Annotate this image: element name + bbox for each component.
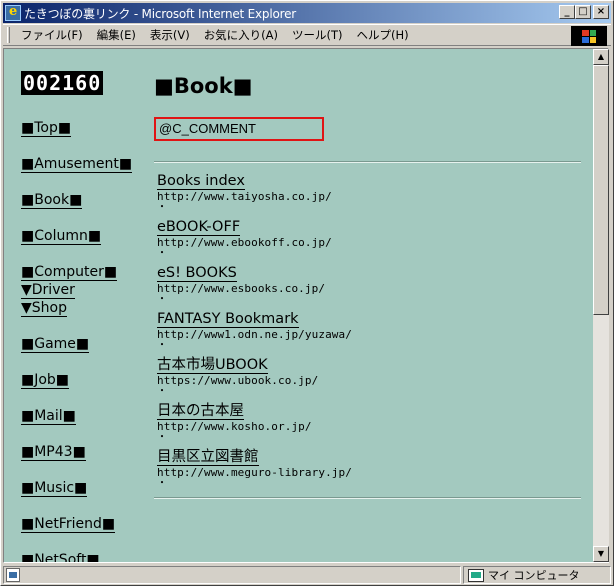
list-item: 古本市場UBOOK https://www.ubook.co.jp/ ・ xyxy=(157,357,582,403)
divider xyxy=(154,161,581,163)
scroll-down-arrow-icon[interactable]: ▼ xyxy=(593,546,609,562)
maximize-button[interactable]: □ xyxy=(575,5,591,19)
bullet-dot: ・ xyxy=(157,340,167,351)
close-button[interactable]: × xyxy=(593,5,609,19)
sidebar-item-game[interactable]: ■Game■ xyxy=(21,336,90,353)
link-url: http://www.taiyosha.co.jp/ xyxy=(157,190,332,203)
main-content: ■Book■ @C_COMMENT Books index http://www… xyxy=(154,71,582,499)
windows-logo-icon xyxy=(571,26,607,46)
sidebar-item-shop[interactable]: ▼Shop xyxy=(21,300,67,317)
scroll-up-arrow-icon[interactable]: ▲ xyxy=(593,49,609,65)
menu-tools[interactable]: ツール(T) xyxy=(285,27,350,43)
link-url: https://www.ubook.co.jp/ xyxy=(157,374,319,387)
status-zone-label: マイ コンピュータ xyxy=(488,569,580,582)
bullet-dot: ・ xyxy=(157,478,167,489)
page-viewport[interactable]: 002160 ■Top■ ■Amusement■ ■Book■ ■Column■… xyxy=(3,48,609,563)
link-title[interactable]: eBOOK-OFF xyxy=(157,219,241,236)
link-title[interactable]: 目黒区立図書館 xyxy=(157,449,259,466)
status-zone-pane: マイ コンピュータ xyxy=(463,566,611,584)
window-controls: _ □ × xyxy=(559,5,609,19)
access-counter: 002160 xyxy=(21,71,104,95)
link-url: http://www1.odn.ne.jp/yuzawa/ xyxy=(157,328,352,341)
menu-file[interactable]: ファイル(F) xyxy=(14,27,90,43)
bullet-dot: ・ xyxy=(157,202,167,213)
list-item: eBOOK-OFF http://www.ebookoff.co.jp/ ・ xyxy=(157,219,582,265)
sidebar-item-book[interactable]: ■Book■ xyxy=(21,192,83,209)
vertical-scrollbar[interactable]: ▲ ▼ xyxy=(593,49,609,562)
sidebar-item-top[interactable]: ■Top■ xyxy=(21,120,72,137)
menu-view[interactable]: 表示(V) xyxy=(143,27,197,43)
list-item: Books index http://www.taiyosha.co.jp/ ・ xyxy=(157,173,582,219)
page-icon xyxy=(6,568,20,582)
list-item: eS! BOOKS http://www.esbooks.co.jp/ ・ xyxy=(157,265,582,311)
title-bar[interactable]: たきつぼの裏リンク - Microsoft Internet Explorer … xyxy=(3,3,611,23)
sidebar-item-column[interactable]: ■Column■ xyxy=(21,228,102,245)
sidebar-item-job[interactable]: ■Job■ xyxy=(21,372,70,389)
sidebar-item-mail[interactable]: ■Mail■ xyxy=(21,408,76,425)
sidebar-item-netfriend[interactable]: ■NetFriend■ xyxy=(21,516,116,533)
link-title[interactable]: 古本市場UBOOK xyxy=(157,357,268,374)
status-bar: マイ コンピュータ xyxy=(3,565,611,585)
sidebar-item-amusement[interactable]: ■Amusement■ xyxy=(21,156,133,173)
link-url: http://www.ebookoff.co.jp/ xyxy=(157,236,332,249)
toolbar-grip[interactable] xyxy=(7,27,10,43)
list-item: 日本の古本屋 http://www.kosho.or.jp/ ・ xyxy=(157,403,582,449)
browser-window: たきつぼの裏リンク - Microsoft Internet Explorer … xyxy=(0,0,614,586)
minimize-button[interactable]: _ xyxy=(559,5,575,19)
sidebar-nav: ■Top■ ■Amusement■ ■Book■ ■Column■ ■Compu… xyxy=(21,119,141,562)
sidebar-item-netsoft[interactable]: ■NetSoft■ xyxy=(21,552,100,562)
bullet-dot: ・ xyxy=(157,248,167,259)
link-title[interactable]: eS! BOOKS xyxy=(157,265,237,282)
status-main-pane xyxy=(3,566,461,584)
link-url: http://www.meguro-library.jp/ xyxy=(157,466,352,479)
sidebar: 002160 ■Top■ ■Amusement■ ■Book■ ■Column■… xyxy=(21,71,141,562)
sidebar-item-computer[interactable]: ■Computer■ xyxy=(21,264,118,281)
link-title[interactable]: FANTASY Bookmark xyxy=(157,311,299,328)
bullet-dot: ・ xyxy=(157,386,167,397)
window-title: たきつぼの裏リンク - Microsoft Internet Explorer xyxy=(24,6,297,21)
link-url: http://www.kosho.or.jp/ xyxy=(157,420,312,433)
bullet-dot: ・ xyxy=(157,432,167,443)
link-url: http://www.esbooks.co.jp/ xyxy=(157,282,326,295)
sidebar-item-music[interactable]: ■Music■ xyxy=(21,480,88,497)
bullet-dot: ・ xyxy=(157,294,167,305)
link-title[interactable]: Books index xyxy=(157,173,245,190)
link-list: Books index http://www.taiyosha.co.jp/ ・… xyxy=(154,173,582,495)
sidebar-item-driver[interactable]: ▼Driver xyxy=(21,282,75,299)
scroll-thumb[interactable] xyxy=(593,65,609,315)
sidebar-item-mp43[interactable]: ■MP43■ xyxy=(21,444,86,461)
my-computer-icon xyxy=(468,568,484,582)
menu-favorites[interactable]: お気に入り(A) xyxy=(197,27,285,43)
menu-edit[interactable]: 編集(E) xyxy=(90,27,143,43)
comment-box: @C_COMMENT xyxy=(154,117,324,141)
page-title: ■Book■ xyxy=(154,74,253,98)
divider xyxy=(154,497,581,499)
menu-bar: ファイル(F) 編集(E) 表示(V) お気に入り(A) ツール(T) ヘルプ(… xyxy=(3,24,611,46)
menu-help[interactable]: ヘルプ(H) xyxy=(350,27,416,43)
list-item: 目黒区立図書館 http://www.meguro-library.jp/ ・ xyxy=(157,449,582,495)
link-title[interactable]: 日本の古本屋 xyxy=(157,403,244,420)
ie-icon xyxy=(5,4,21,21)
list-item: FANTASY Bookmark http://www1.odn.ne.jp/y… xyxy=(157,311,582,357)
